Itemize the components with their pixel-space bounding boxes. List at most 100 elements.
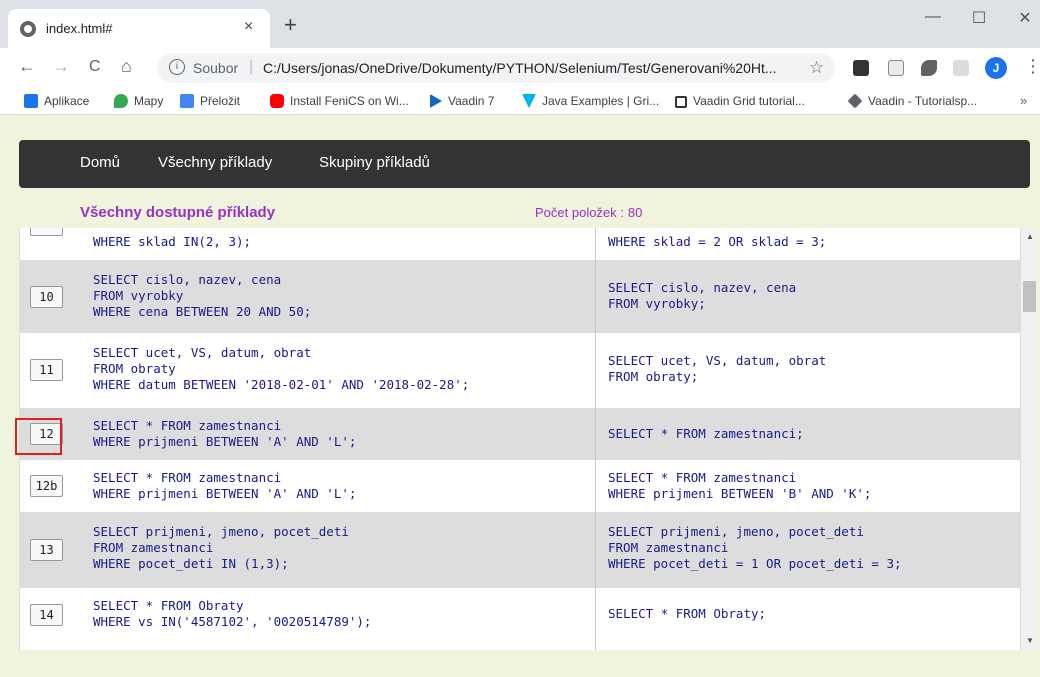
examples-table[interactable]: WHERE sklad IN(2, 3); WHERE sklad = 2 OR… — [19, 228, 1021, 650]
query-cell-a: SELECT * FROM zamestnanci WHERE prijmeni… — [82, 408, 596, 460]
home-button[interactable]: ⌂ — [121, 56, 132, 77]
scroll-down-arrow-icon[interactable]: ▼ — [1026, 636, 1034, 645]
nav-skupiny-prikladu[interactable]: Skupiny příkladů — [319, 154, 430, 171]
table-row: WHERE sklad IN(2, 3); WHERE sklad = 2 OR… — [20, 228, 1020, 260]
extension-doc-icon[interactable] — [888, 60, 904, 76]
url-text[interactable]: C:/Users/jonas/OneDrive/Dokumenty/PYTHON… — [263, 60, 777, 76]
query-b-text: SELECT * FROM Obraty; — [608, 606, 767, 621]
number-cell: 12b — [20, 460, 82, 512]
bookmark-vaadin7[interactable]: Vaadin 7 — [430, 94, 494, 108]
example-number-button[interactable]: 12b — [30, 475, 63, 497]
nav-vsechny-priklady[interactable]: Všechny příklady — [158, 154, 272, 171]
close-tab-icon[interactable]: × — [244, 18, 253, 36]
query-cell-b: SELECT * FROM zamestnanci WHERE prijmeni… — [597, 460, 1020, 512]
query-a-text: SELECT * FROM zamestnanci WHERE prijmeni… — [93, 470, 357, 501]
minimize-button[interactable]: — — [910, 8, 956, 26]
close-window-button[interactable]: ✕ — [1002, 8, 1040, 28]
reload-button[interactable]: C — [89, 58, 101, 76]
number-cell: 10 — [20, 260, 82, 333]
bookmark-star-icon[interactable]: ☆ — [809, 58, 824, 78]
table-row: 13 SELECT prijmeni, jmeno, pocet_deti FR… — [20, 512, 1020, 588]
omnibox-separator: | — [249, 58, 254, 75]
query-a-text: SELECT * FROM Obraty WHERE vs IN('458710… — [93, 598, 372, 629]
table-row: 10 SELECT cislo, nazev, cena FROM vyrobk… — [20, 260, 1020, 333]
tab-title: index.html# — [46, 21, 113, 36]
example-number-button[interactable]: 10 — [30, 286, 63, 308]
number-cell: 14 — [20, 588, 82, 650]
nav-domu[interactable]: Domů — [80, 154, 120, 171]
query-b-text: WHERE sklad = 2 OR sklad = 3; — [608, 234, 827, 249]
extension-x-icon[interactable] — [853, 60, 869, 76]
selection-highlight — [15, 418, 62, 455]
maximize-button[interactable]: ☐ — [956, 8, 1002, 28]
diamond-icon — [847, 93, 863, 109]
query-a-text: SELECT * FROM zamestnanci WHERE prijmeni… — [93, 418, 357, 449]
number-cell — [20, 228, 82, 260]
query-cell-a: SELECT prijmeni, jmeno, pocet_deti FROM … — [82, 512, 596, 588]
example-number-button[interactable]: 14 — [30, 604, 63, 626]
table-scrollbar[interactable]: ▲ ▼ — [1021, 228, 1038, 650]
browser-toolbar: ← → C ⌂ i Soubor | C:/Users/jonas/OneDri… — [0, 48, 1040, 88]
bookmark-label: Mapy — [134, 94, 164, 108]
example-number-button[interactable]: 11 — [30, 359, 63, 381]
scrollbar-thumb[interactable] — [1023, 281, 1036, 312]
query-a-text: SELECT ucet, VS, datum, obrat FROM obrat… — [93, 345, 470, 392]
example-number-button[interactable] — [30, 228, 63, 236]
reading-list-icon[interactable] — [953, 60, 969, 76]
query-b-text: SELECT * FROM zamestnanci; — [608, 426, 804, 441]
query-cell-b: SELECT ucet, VS, datum, obrat FROM obrat… — [597, 333, 1020, 408]
bookmark-label: Java Examples | Gri... — [542, 94, 660, 108]
query-b-text: SELECT cislo, nazev, cena FROM vyrobky; — [608, 280, 797, 311]
bookmark-label: Aplikace — [44, 94, 90, 108]
new-tab-button[interactable]: + — [284, 14, 297, 36]
profile-avatar[interactable]: J — [985, 57, 1007, 79]
site-navbar: Domů Všechny příklady Skupiny příkladů — [19, 140, 1030, 188]
bookmark-fenics[interactable]: Install FeniCS on Wi... — [270, 94, 409, 108]
number-cell: 13 — [20, 512, 82, 588]
info-icon[interactable]: i — [169, 59, 185, 75]
globe-icon — [20, 21, 36, 37]
query-a-text: WHERE sklad IN(2, 3); — [93, 234, 252, 249]
bookmark-label: Vaadin 7 — [448, 94, 495, 108]
address-bar[interactable]: i Soubor | C:/Users/jonas/OneDrive/Dokum… — [157, 53, 835, 83]
bookmark-tutorialspoint[interactable]: Vaadin - Tutorialsp... — [847, 93, 978, 109]
back-button[interactable]: ← — [18, 56, 36, 77]
bookmark-label: Vaadin - Tutorialsp... — [868, 94, 978, 108]
play-triangle-icon — [430, 94, 442, 108]
tab-strip: index.html# × + — ☐ ✕ — [0, 0, 1040, 48]
example-number-button[interactable]: 13 — [30, 539, 63, 561]
item-count: Počet položek :80 — [535, 205, 642, 220]
query-b-text: SELECT prijmeni, jmeno, pocet_deti FROM … — [608, 524, 902, 571]
bookmarks-bar: Aplikace Mapy Přeložit Install FeniCS on… — [0, 88, 1040, 115]
query-cell-b: WHERE sklad = 2 OR sklad = 3; — [597, 228, 1020, 260]
bookmark-prelozit[interactable]: Přeložit — [180, 94, 240, 108]
query-cell-b: SELECT * FROM zamestnanci; — [597, 408, 1020, 460]
square-icon — [675, 96, 687, 108]
apps-grid-icon — [24, 94, 38, 108]
query-cell-a: SELECT * FROM zamestnanci WHERE prijmeni… — [82, 460, 596, 512]
table-row: 11 SELECT ucet, VS, datum, obrat FROM ob… — [20, 333, 1020, 408]
bookmark-vaadin-grid[interactable]: Vaadin Grid tutorial... — [675, 94, 805, 108]
table-row: 12 SELECT * FROM zamestnanci WHERE prijm… — [20, 408, 1020, 460]
browser-tab[interactable]: index.html# × — [8, 9, 270, 48]
extensions-puzzle-icon[interactable] — [921, 60, 937, 76]
number-cell: 11 — [20, 333, 82, 408]
bookmark-java-examples[interactable]: Java Examples | Gri... — [522, 94, 659, 108]
scheme-label: Soubor — [193, 60, 239, 76]
bookmark-aplikace[interactable]: Aplikace — [24, 94, 89, 108]
query-cell-b: SELECT cislo, nazev, cena FROM vyrobky; — [597, 260, 1020, 333]
menu-icon[interactable]: ⋮ — [1024, 56, 1040, 77]
query-cell-b: SELECT * FROM Obraty; — [597, 588, 1020, 650]
table-row: 12b SELECT * FROM zamestnanci WHERE prij… — [20, 460, 1020, 512]
query-cell-b: SELECT prijmeni, jmeno, pocet_deti FROM … — [597, 512, 1020, 588]
query-b-text: SELECT * FROM zamestnanci WHERE prijmeni… — [608, 470, 872, 501]
query-cell-a: SELECT ucet, VS, datum, obrat FROM obrat… — [82, 333, 596, 408]
item-count-value: 80 — [627, 205, 643, 220]
forward-button[interactable]: → — [52, 56, 70, 77]
bookmark-label: Přeložit — [200, 94, 241, 108]
scroll-up-arrow-icon[interactable]: ▲ — [1026, 232, 1034, 241]
bookmark-mapy[interactable]: Mapy — [114, 94, 163, 108]
bookmarks-overflow-button[interactable]: » — [1020, 93, 1027, 108]
page-title: Všechny dostupné příklady — [80, 204, 276, 221]
table-row: 14 SELECT * FROM Obraty WHERE vs IN('458… — [20, 588, 1020, 650]
